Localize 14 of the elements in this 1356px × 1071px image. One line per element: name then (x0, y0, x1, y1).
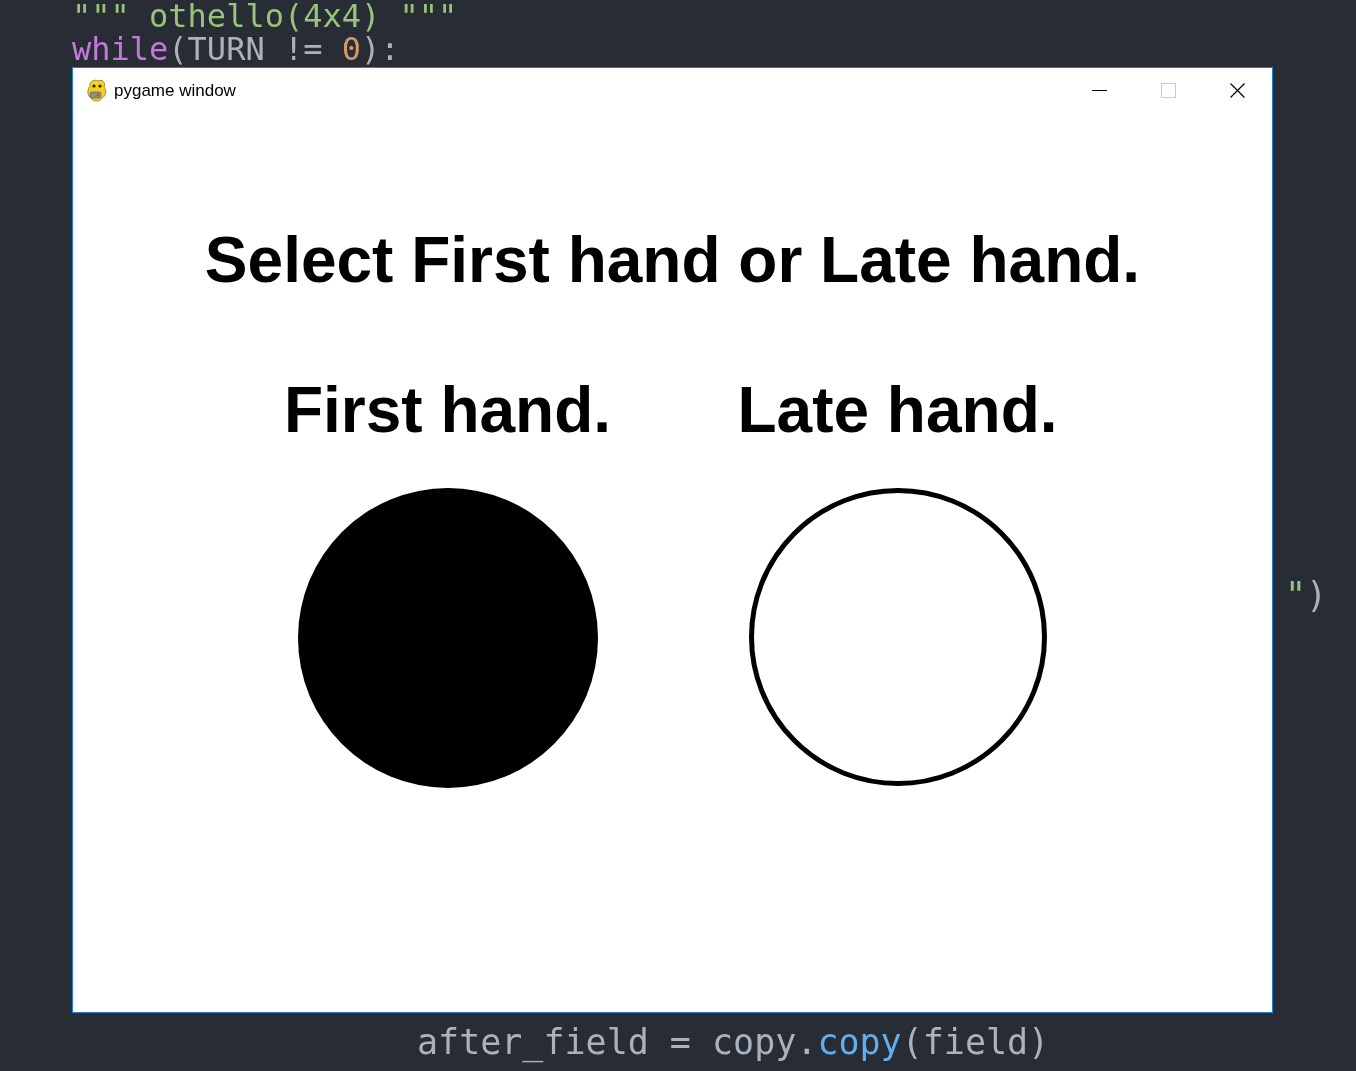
code-line: while(TURN != 0): (72, 33, 400, 66)
solid-disc[interactable] (297, 488, 598, 788)
minimize-icon (1092, 90, 1107, 91)
hollow-disc[interactable] (748, 488, 1047, 786)
window-title: pygame window (114, 80, 236, 101)
code-line: after_field = copy.copy(field) (417, 1021, 1050, 1065)
close-icon (1230, 83, 1245, 98)
option-label: Late hand. (737, 373, 1058, 447)
code-line: """ othello(4x4) """ (72, 0, 458, 33)
code-line: ") (1285, 574, 1328, 617)
option-label: First hand. (283, 373, 612, 447)
game-heading: Select First hand or Late hand. (204, 223, 1141, 297)
snake-icon (86, 78, 108, 103)
maximize-icon (1161, 83, 1176, 98)
